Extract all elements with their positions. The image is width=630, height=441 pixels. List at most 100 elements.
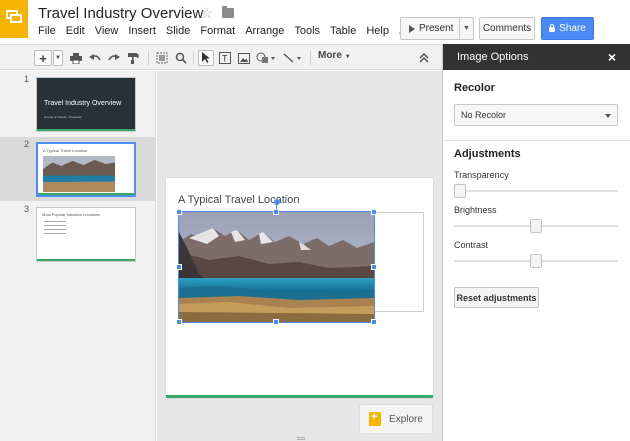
brightness-slider[interactable] — [454, 219, 618, 233]
slider-thumb[interactable] — [530, 219, 542, 233]
transparency-label: Transparency — [454, 170, 509, 180]
slider-track — [454, 190, 618, 192]
slide-thumbnail[interactable]: Most Popular Vacation Locations — [36, 207, 136, 262]
new-slide-button[interactable]: + — [34, 50, 52, 66]
toolbar-divider — [148, 51, 149, 65]
slide-thumbnail[interactable]: A Typical Travel Location — [36, 142, 136, 197]
text-box-icon[interactable]: T — [218, 50, 232, 66]
thumbnail-bullet-line — [44, 221, 66, 222]
slides-app: Travel Industry Overview ☆ File Edit Vie… — [0, 0, 630, 441]
menu-format[interactable]: Format — [200, 25, 235, 37]
menu-slide[interactable]: Slide — [166, 25, 190, 37]
select-cursor-icon[interactable] — [198, 50, 214, 66]
speaker-notes-resize-grip[interactable] — [297, 437, 305, 440]
slide-number: 1 — [24, 74, 30, 84]
menu-tools[interactable]: Tools — [294, 25, 320, 37]
selected-landscape-image[interactable] — [176, 199, 377, 325]
share-button[interactable]: Share — [541, 17, 594, 40]
panel-title: Image Options — [457, 51, 529, 63]
menu-view[interactable]: View — [95, 25, 119, 37]
slide-title[interactable]: A Typical Travel Location — [178, 194, 299, 206]
slide-accent-bar — [166, 395, 433, 398]
thumbnail-title: Most Popular Vacation Locations — [42, 212, 101, 217]
reset-adjustments-button[interactable]: Reset adjustments — [454, 287, 539, 308]
thumbnail-bullet-line — [44, 233, 66, 234]
thumbnail-bullet-line — [44, 229, 66, 230]
rotate-handle[interactable] — [274, 199, 280, 205]
slide-filmstrip: 1 Travel Industry Overview A Look at Tre… — [0, 71, 156, 441]
menu-edit[interactable]: Edit — [66, 25, 85, 37]
resize-handle-ne[interactable] — [371, 209, 377, 215]
undo-icon[interactable] — [88, 50, 102, 66]
play-icon — [409, 24, 415, 33]
recolor-value: No Recolor — [461, 110, 507, 120]
thumbnail-title: Travel Industry Overview — [44, 100, 122, 107]
resize-handle-se[interactable] — [371, 319, 377, 325]
resize-handle-s[interactable] — [273, 319, 279, 325]
slide-thumbnail-row[interactable]: 1 Travel Industry Overview A Look at Tre… — [0, 72, 156, 136]
brightness-label: Brightness — [454, 205, 497, 215]
adjustments-heading: Adjustments — [454, 148, 521, 160]
menu-bar: File Edit View Insert Slide Format Arran… — [38, 25, 416, 37]
slide-number: 3 — [24, 204, 30, 214]
close-icon[interactable]: × — [608, 49, 616, 65]
slider-thumb[interactable] — [454, 184, 466, 198]
current-slide[interactable]: A Typical Travel Location — [166, 178, 433, 398]
resize-handle-nw[interactable] — [176, 209, 182, 215]
slide-thumbnail-row[interactable]: 3 Most Popular Vacation Locations — [0, 202, 156, 266]
print-icon[interactable] — [69, 50, 83, 66]
menu-help[interactable]: Help — [366, 25, 389, 37]
star-icon[interactable]: ☆ — [200, 4, 213, 22]
resize-handle-w[interactable] — [176, 264, 182, 270]
svg-text:T: T — [222, 54, 228, 64]
menu-insert[interactable]: Insert — [128, 25, 156, 37]
slide-thumbnail[interactable]: Travel Industry Overview A Look at Trend… — [36, 77, 136, 132]
transparency-slider[interactable] — [454, 184, 618, 198]
explore-button[interactable]: Explore — [359, 404, 433, 434]
recolor-dropdown[interactable]: No Recolor — [454, 104, 618, 126]
line-icon[interactable] — [282, 50, 304, 66]
slide-thumbnail-row-selected[interactable]: 2 A Typical Travel Location — [0, 137, 156, 201]
slide-canvas: A Typical Travel Location + Explore — [157, 71, 442, 441]
collapse-chevron-icon[interactable] — [417, 50, 431, 66]
comments-button[interactable]: Comments — [479, 17, 535, 40]
folder-icon[interactable] — [222, 6, 234, 18]
present-label: Present — [419, 23, 454, 34]
insert-image-icon[interactable] — [237, 50, 251, 66]
contrast-slider[interactable] — [454, 254, 618, 268]
slider-thumb[interactable] — [530, 254, 542, 268]
panel-divider — [443, 140, 630, 141]
slides-logo-icon[interactable] — [0, 0, 28, 38]
menu-file[interactable]: File — [38, 25, 56, 37]
slide-number: 2 — [24, 139, 30, 149]
recolor-heading: Recolor — [454, 82, 495, 94]
paint-format-icon[interactable] — [126, 50, 140, 66]
toolbar-divider — [310, 51, 311, 65]
menu-table[interactable]: Table — [330, 25, 356, 37]
thumbnail-accent-bar — [37, 129, 135, 131]
document-title[interactable]: Travel Industry Overview — [38, 5, 203, 22]
empty-text-box[interactable] — [372, 212, 424, 312]
lock-icon — [549, 24, 556, 32]
explore-label: Explore — [389, 413, 423, 425]
image-options-panel: Image Options × Recolor No Recolor Adjus… — [442, 44, 630, 441]
thumbnail-accent-bar — [37, 259, 135, 261]
resize-handle-e[interactable] — [371, 264, 377, 270]
select-grid-icon[interactable] — [155, 50, 169, 66]
present-button[interactable]: Present ▼ — [400, 17, 474, 40]
more-button[interactable]: More ▼ — [318, 50, 351, 61]
new-slide-layout-chevron-icon[interactable]: ▼ — [53, 50, 63, 66]
panel-header: Image Options × — [443, 44, 630, 70]
contrast-label: Contrast — [454, 240, 489, 250]
resize-handle-sw[interactable] — [176, 319, 182, 325]
thumbnail-bullet-line — [44, 225, 66, 226]
thumbnail-title: A Typical Travel Location — [43, 148, 88, 153]
toolbar-divider — [193, 51, 194, 65]
present-dropdown-chevron-icon[interactable]: ▼ — [459, 18, 473, 39]
zoom-icon[interactable] — [174, 50, 188, 66]
more-chevron-icon: ▼ — [344, 54, 351, 60]
menu-arrange[interactable]: Arrange — [245, 25, 284, 37]
resize-handle-n[interactable] — [273, 209, 279, 215]
shape-icon[interactable] — [255, 50, 277, 66]
redo-icon[interactable] — [107, 50, 121, 66]
